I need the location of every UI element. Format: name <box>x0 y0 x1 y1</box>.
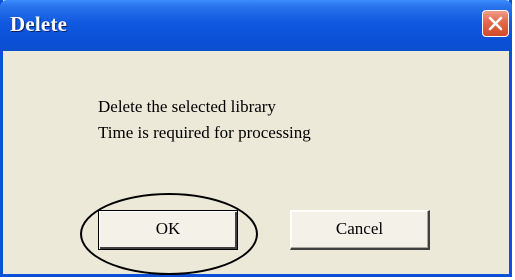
cancel-button[interactable]: Cancel <box>290 210 430 250</box>
close-x-icon <box>488 16 503 31</box>
delete-dialog: Delete Delete the selected library Time … <box>0 0 512 277</box>
ok-button[interactable]: OK <box>98 210 238 250</box>
title-bar[interactable]: Delete <box>0 0 512 51</box>
dialog-title: Delete <box>10 12 68 36</box>
message-line-2: Time is required for processing <box>98 123 311 142</box>
message-line-1: Delete the selected library <box>98 97 276 116</box>
close-button[interactable] <box>482 10 509 37</box>
